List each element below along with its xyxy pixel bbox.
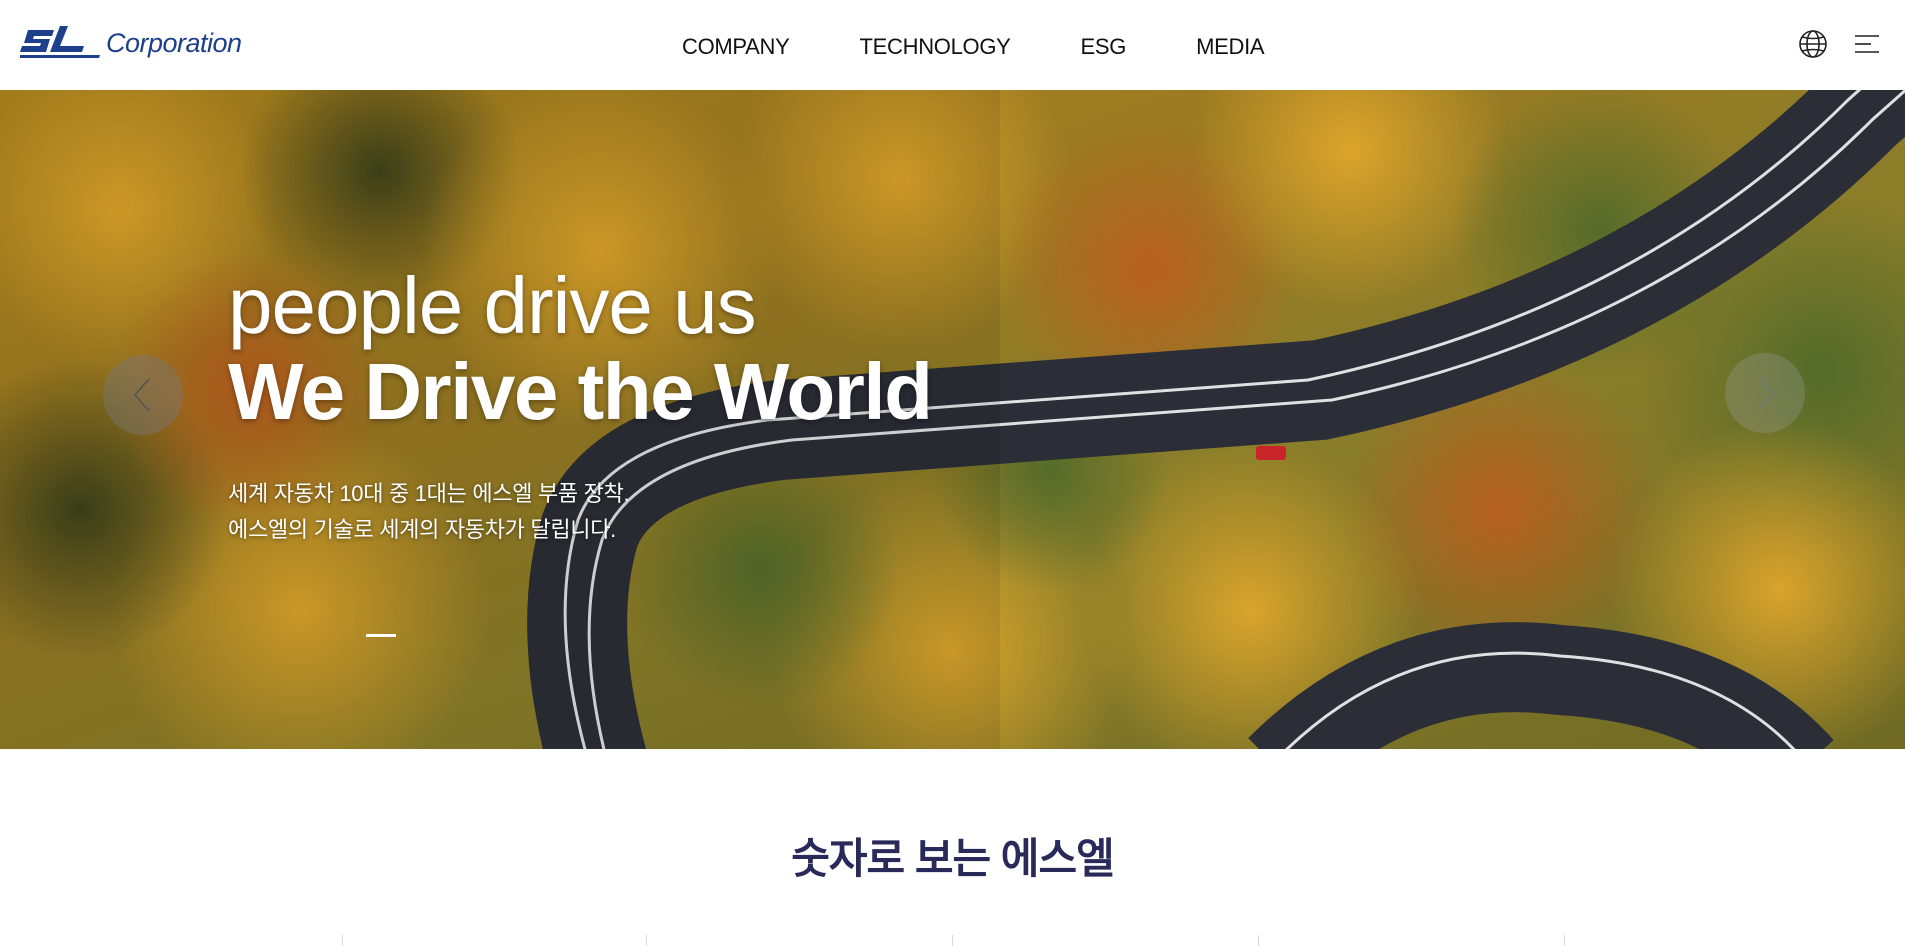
divider xyxy=(1258,935,1259,946)
menu-icon[interactable] xyxy=(1851,28,1883,60)
slide-indicator[interactable] xyxy=(366,634,396,637)
divider xyxy=(646,935,647,946)
nav-item-technology[interactable]: TECHNOLOGY xyxy=(860,34,1011,60)
logo[interactable]: Corporation xyxy=(20,22,242,60)
stats-title: 숫자로 보는 에스엘 xyxy=(791,835,1114,882)
chevron-right-icon xyxy=(1758,376,1775,410)
nav-item-media[interactable]: MEDIA xyxy=(1196,34,1264,60)
logo-text: Corporation xyxy=(106,28,242,58)
hero-desc-line-1: 세계 자동차 10대 중 1대는 에스엘 부품 장착. xyxy=(228,481,630,506)
hero-description: 세계 자동차 10대 중 1대는 에스엘 부품 장착. 에스엘의 기술로 세계의… xyxy=(228,476,932,548)
divider xyxy=(952,935,953,946)
hero-text: people drive us We Drive the World 세계 자동… xyxy=(228,261,933,548)
nav-item-company[interactable]: COMPANY xyxy=(682,34,790,60)
header-icons xyxy=(1797,28,1883,60)
slider-prev-button[interactable] xyxy=(103,355,183,435)
stats-section: 숫자로 보는 에스엘 xyxy=(0,749,1905,946)
hero-headline-1: people drive us xyxy=(228,261,757,350)
stats-dividers xyxy=(0,935,1905,946)
site-header: Corporation COMPANY TECHNOLOGY ESG MEDIA xyxy=(0,0,1905,90)
hero-headline-2: We Drive the World xyxy=(228,347,933,436)
hero-slider: people drive us We Drive the World 세계 자동… xyxy=(0,90,1905,749)
divider xyxy=(1564,935,1565,946)
slider-next-button[interactable] xyxy=(1725,353,1805,433)
hero-desc-line-2: 에스엘의 기술로 세계의 자동차가 달립니다. xyxy=(228,517,616,542)
chevron-left-icon xyxy=(133,378,150,412)
nav-item-esg[interactable]: ESG xyxy=(1081,34,1127,60)
divider xyxy=(342,935,343,946)
sl-logo-mark xyxy=(20,26,100,58)
main-nav: COMPANY TECHNOLOGY ESG MEDIA xyxy=(682,34,1334,60)
globe-icon[interactable] xyxy=(1797,28,1829,60)
